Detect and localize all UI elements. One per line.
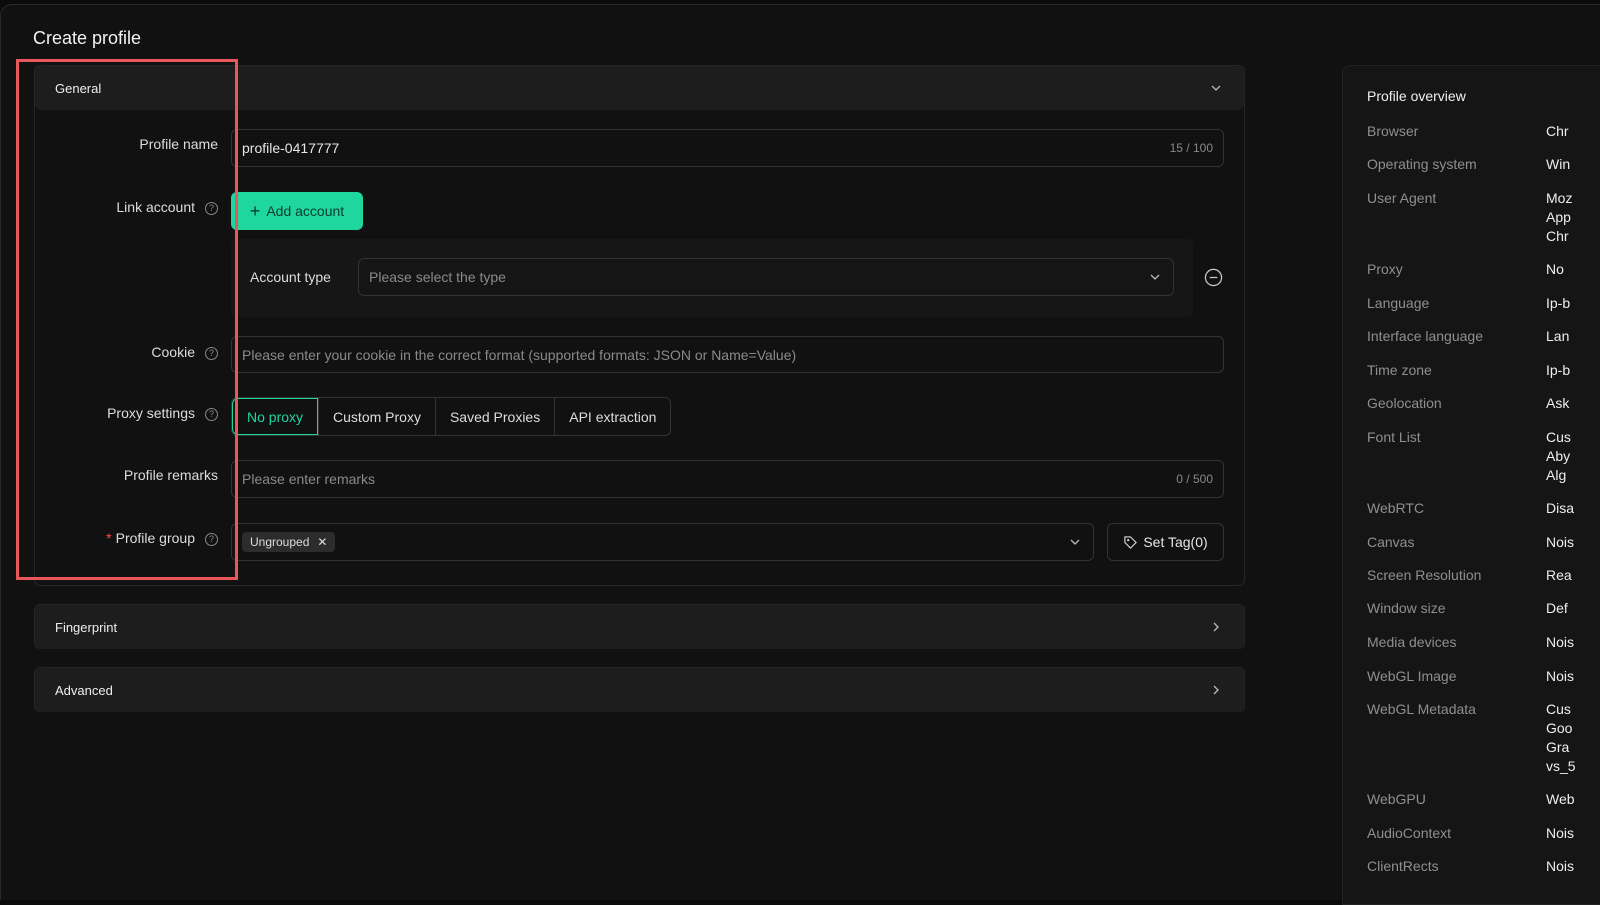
close-icon[interactable]: ✕ xyxy=(317,535,327,549)
profile-remarks-label: Profile remarks xyxy=(18,467,218,483)
overview-key: User Agent xyxy=(1367,189,1436,208)
overview-key: Proxy xyxy=(1367,260,1403,279)
link-account-label: Link account? xyxy=(18,199,218,215)
cookie-label: Cookie? xyxy=(18,344,218,360)
plus-icon: + xyxy=(250,201,261,222)
advanced-section-title: Advanced xyxy=(55,683,113,698)
cookie-input[interactable]: Please enter your cookie in the correct … xyxy=(231,336,1224,373)
proxy-settings-text: Proxy settings xyxy=(107,405,195,421)
proxy-option-saved[interactable]: Saved Proxies xyxy=(435,398,554,435)
overview-value: Chr xyxy=(1546,122,1600,141)
account-type-label: Account type xyxy=(250,269,331,285)
group-tag: Ungrouped ✕ xyxy=(242,532,335,552)
overview-key: Time zone xyxy=(1367,361,1432,380)
set-tag-button[interactable]: Set Tag(0) xyxy=(1107,523,1224,561)
overview-key: Geolocation xyxy=(1367,394,1442,413)
overview-value: Disa xyxy=(1546,499,1600,518)
account-type-row: Account type Please select the type xyxy=(231,239,1193,317)
help-icon[interactable]: ? xyxy=(205,202,218,215)
overview-key: WebRTC xyxy=(1367,499,1424,518)
profile-name-label: Profile name xyxy=(18,136,218,152)
overview-value: Def xyxy=(1546,599,1600,618)
advanced-section[interactable]: Advanced xyxy=(34,667,1245,712)
overview-key: Interface language xyxy=(1367,327,1483,346)
remarks-count: 0 / 500 xyxy=(1176,472,1213,486)
profile-overview-panel: Profile overview Browser Chr Operating sys… xyxy=(1342,65,1600,905)
profile-name-value: profile-0417777 xyxy=(242,140,339,156)
required-mark: * xyxy=(106,530,111,546)
cookie-placeholder: Please enter your cookie in the correct … xyxy=(242,347,796,363)
overview-key: Screen Resolution xyxy=(1367,566,1481,585)
proxy-option-api[interactable]: API extraction xyxy=(554,398,670,435)
proxy-segmented-control: No proxy Custom Proxy Saved Proxies API … xyxy=(231,397,671,436)
overview-value: Ip-b xyxy=(1546,361,1600,380)
chevron-down-icon xyxy=(1208,80,1224,96)
overview-key: Media devices xyxy=(1367,633,1457,652)
set-tag-label: Set Tag(0) xyxy=(1143,534,1207,550)
profile-group-text: Profile group xyxy=(116,530,195,546)
overview-value: Nois xyxy=(1546,667,1600,686)
profile-name-count: 15 / 100 xyxy=(1170,141,1213,155)
chevron-right-icon xyxy=(1208,682,1224,698)
chevron-right-icon xyxy=(1208,619,1224,635)
overview-value: Nois xyxy=(1546,824,1600,843)
overview-key: Font List xyxy=(1367,428,1421,447)
overview-value: Moz App Chr xyxy=(1546,189,1600,246)
proxy-settings-label: Proxy settings? xyxy=(18,405,218,421)
chevron-down-icon xyxy=(1147,269,1163,285)
link-account-text: Link account xyxy=(116,199,195,215)
group-tag-label: Ungrouped xyxy=(250,535,309,549)
overview-key: WebGL Image xyxy=(1367,667,1457,686)
profile-name-input[interactable]: profile-0417777 15 / 100 xyxy=(231,129,1224,167)
fingerprint-section-title: Fingerprint xyxy=(55,620,117,635)
overview-value: Ask xyxy=(1546,394,1600,413)
overview-value: No xyxy=(1546,260,1600,279)
overview-key: WebGL Metadata xyxy=(1367,700,1476,719)
overview-value: Win xyxy=(1546,155,1600,174)
fingerprint-section[interactable]: Fingerprint xyxy=(34,604,1245,649)
overview-key: AudioContext xyxy=(1367,824,1451,843)
tag-icon xyxy=(1123,535,1138,550)
add-account-button[interactable]: + Add account xyxy=(231,192,363,230)
overview-value: Ip-b xyxy=(1546,294,1600,313)
profile-group-select[interactable]: Ungrouped ✕ xyxy=(231,523,1094,561)
help-icon[interactable]: ? xyxy=(205,347,218,360)
add-account-label: Add account xyxy=(266,203,344,219)
remarks-placeholder: Please enter remarks xyxy=(242,471,375,487)
page-title: Create profile xyxy=(33,28,141,49)
proxy-option-no-proxy[interactable]: No proxy xyxy=(232,398,318,435)
overview-value: Nois xyxy=(1546,533,1600,552)
remove-circle-icon[interactable] xyxy=(1204,268,1223,287)
account-type-select[interactable]: Please select the type xyxy=(358,258,1174,296)
overview-value: Nois xyxy=(1546,633,1600,652)
create-profile-window: Create profile General Profile name prof… xyxy=(0,4,1600,900)
cookie-text: Cookie xyxy=(151,344,195,360)
help-icon[interactable]: ? xyxy=(205,408,218,421)
general-section-header[interactable]: General xyxy=(35,66,1244,110)
general-section-title: General xyxy=(55,81,101,96)
overview-key: Operating system xyxy=(1367,155,1477,174)
profile-group-label: * Profile group? xyxy=(18,530,218,546)
account-type-placeholder: Please select the type xyxy=(369,269,506,285)
overview-value: Web xyxy=(1546,790,1600,809)
overview-key: Canvas xyxy=(1367,533,1414,552)
overview-value: Lan xyxy=(1546,327,1600,346)
overview-key: Window size xyxy=(1367,599,1446,618)
overview-value: Rea xyxy=(1546,566,1600,585)
help-icon[interactable]: ? xyxy=(205,533,218,546)
overview-key: Browser xyxy=(1367,122,1418,141)
chevron-down-icon xyxy=(1067,534,1083,550)
overview-key: WebGPU xyxy=(1367,790,1426,809)
profile-overview-title: Profile overview xyxy=(1367,88,1466,104)
overview-value: Nois xyxy=(1546,857,1600,876)
remarks-input[interactable]: Please enter remarks 0 / 500 xyxy=(231,460,1224,498)
overview-value: Cus Goo Gra vs_5 xyxy=(1546,700,1600,776)
proxy-option-custom[interactable]: Custom Proxy xyxy=(318,398,435,435)
overview-key: ClientRects xyxy=(1367,857,1439,876)
overview-value: Cus Aby Alg xyxy=(1546,428,1600,485)
overview-key: Language xyxy=(1367,294,1429,313)
